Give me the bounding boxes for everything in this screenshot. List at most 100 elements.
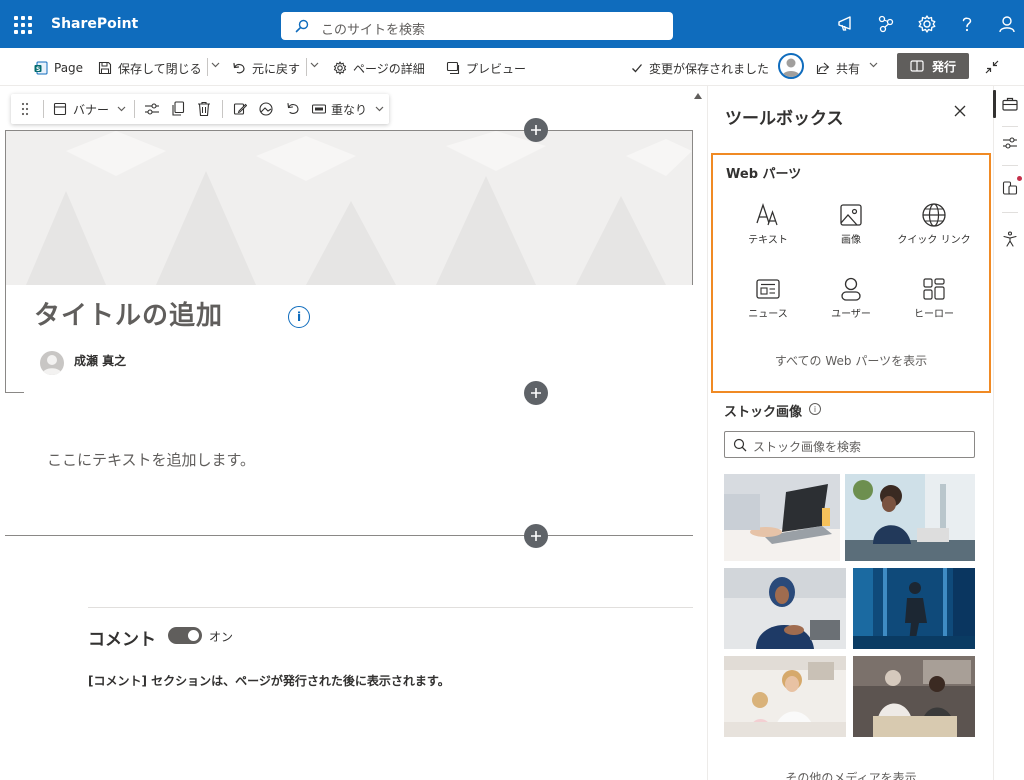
- search-placeholder: このサイトを検索: [321, 23, 426, 38]
- stock-photo-blue-walk[interactable]: [853, 568, 975, 649]
- comments-title: コメント: [88, 630, 156, 650]
- page-details-button[interactable]: ページの詳細: [333, 58, 425, 78]
- svg-text:S: S: [36, 66, 40, 73]
- scroll-up-arrow[interactable]: [694, 93, 702, 99]
- page-title-input[interactable]: タイトルの追加: [34, 295, 223, 332]
- help-icon[interactable]: [957, 14, 977, 34]
- plus-icon: [531, 531, 541, 541]
- waffle-icon[interactable]: [14, 16, 32, 34]
- stock-images-heading: ストック画像: [724, 405, 803, 420]
- search-icon: [295, 19, 309, 33]
- add-section-button[interactable]: [524, 524, 548, 548]
- webpart-quick-links[interactable]: クイック リンク: [889, 201, 979, 248]
- add-section-button[interactable]: [524, 118, 548, 142]
- toolbox-icon[interactable]: [1002, 97, 1018, 111]
- reset-icon[interactable]: [286, 100, 300, 118]
- page-button[interactable]: S Page: [34, 58, 83, 78]
- info-icon[interactable]: i: [809, 403, 821, 415]
- webpart-hero[interactable]: ヒーロー: [889, 275, 979, 322]
- stock-photo-laptop[interactable]: [724, 474, 840, 561]
- chevron-down-icon[interactable]: [869, 62, 878, 68]
- banner-image: [6, 131, 692, 285]
- stock-photo-image: [724, 656, 846, 737]
- checkmark-icon: [632, 64, 642, 73]
- edit-icon[interactable]: [233, 100, 247, 118]
- webpart-people[interactable]: ユーザー: [806, 275, 896, 322]
- overlap-icon: [312, 104, 326, 114]
- publish-label: 発行: [931, 59, 956, 74]
- comments-note: [コメント] セクションは、ページが発行された後に表示されます。: [88, 674, 450, 688]
- undo-icon: [233, 62, 245, 74]
- command-bar: S Page 保存して閉じる 元に戻す ページの詳細 プレビュー 変更が保存され…: [0, 48, 1024, 86]
- megaphone-icon[interactable]: [836, 14, 856, 34]
- section-toolbar: バナー 重なり: [11, 94, 389, 124]
- preview-button[interactable]: プレビュー: [446, 58, 526, 78]
- overlap-layout-dropdown[interactable]: 重なり: [312, 100, 384, 118]
- copy-icon[interactable]: [171, 100, 185, 118]
- save-status: 変更が保存されました: [631, 58, 769, 78]
- close-icon[interactable]: [954, 105, 966, 117]
- stock-photo-mother-child[interactable]: [724, 656, 846, 737]
- site-search-input[interactable]: このサイトを検索: [281, 12, 673, 40]
- author-name: 成瀬 真之: [74, 354, 127, 368]
- account-icon[interactable]: [997, 14, 1017, 34]
- webpart-news[interactable]: ニュース: [723, 275, 813, 322]
- author-avatar: [40, 351, 64, 375]
- stock-photo-image: [724, 568, 846, 649]
- image-icon: [840, 204, 862, 226]
- show-all-webparts-link[interactable]: すべての Web パーツを表示: [713, 352, 989, 369]
- more-media-link[interactable]: その他のメディアを表示: [708, 769, 994, 780]
- banner-layout-dropdown[interactable]: バナー: [53, 100, 126, 118]
- plus-icon: [531, 388, 541, 398]
- collapse-icon[interactable]: [984, 59, 1000, 75]
- preview-icon: [446, 61, 460, 75]
- save-and-close-button[interactable]: 保存して閉じる: [98, 58, 202, 78]
- publish-button[interactable]: 発行: [897, 53, 969, 79]
- chevron-down-icon[interactable]: [211, 62, 220, 68]
- connections-icon[interactable]: [876, 14, 896, 34]
- section-divider: [5, 535, 693, 536]
- stock-image-search-input[interactable]: ストック画像を検索: [724, 431, 975, 458]
- divider: [306, 58, 307, 76]
- person-silhouette-icon: [782, 58, 800, 77]
- save-and-close-label: 保存して閉じる: [118, 61, 202, 76]
- divider: [43, 100, 44, 118]
- settings-sliders-icon[interactable]: [1002, 135, 1018, 151]
- notification-dot: [1017, 176, 1022, 181]
- drag-handle-icon[interactable]: [21, 102, 29, 116]
- settings-sliders-icon[interactable]: [144, 100, 160, 118]
- hero-icon: [923, 278, 945, 300]
- save-icon: [98, 61, 112, 75]
- divider: [1002, 165, 1018, 166]
- share-button[interactable]: 共有: [816, 58, 860, 78]
- stock-photo-headset[interactable]: [724, 568, 846, 649]
- avatar[interactable]: [778, 53, 804, 79]
- chevron-down-icon[interactable]: [310, 62, 319, 68]
- person-icon: [841, 277, 861, 301]
- banner-icon: [53, 102, 67, 116]
- divider: [1002, 212, 1018, 213]
- info-icon[interactable]: i: [288, 306, 310, 328]
- page-details-label: ページの詳細: [353, 61, 425, 76]
- text-webpart-placeholder[interactable]: ここにテキストを追加します。: [47, 449, 255, 470]
- webparts-heading: Web パーツ: [726, 167, 802, 182]
- divider: [1002, 126, 1018, 127]
- divider: [134, 100, 135, 118]
- app-brand[interactable]: SharePoint: [51, 16, 138, 32]
- stock-photo-team-plans[interactable]: [853, 656, 975, 737]
- rail-selection-indicator: [993, 90, 996, 118]
- webpart-image[interactable]: 画像: [806, 201, 896, 248]
- add-section-button[interactable]: [524, 381, 548, 405]
- webpart-text[interactable]: テキスト: [723, 201, 813, 248]
- search-icon: [733, 438, 747, 452]
- image-edit-icon[interactable]: [258, 100, 274, 118]
- gear-icon[interactable]: [917, 14, 937, 34]
- design-ideas-icon[interactable]: [1002, 180, 1018, 196]
- undo-button[interactable]: 元に戻す: [232, 58, 300, 78]
- accessibility-icon[interactable]: [1002, 231, 1018, 247]
- news-icon: [756, 279, 780, 299]
- stock-photo-woman-desk[interactable]: [845, 474, 975, 561]
- comments-toggle[interactable]: [168, 627, 202, 644]
- toolbox-pane: ツールボックス Web パーツ テキスト 画像 クイック リンク ニュース ユー…: [707, 86, 993, 780]
- delete-icon[interactable]: [197, 100, 211, 118]
